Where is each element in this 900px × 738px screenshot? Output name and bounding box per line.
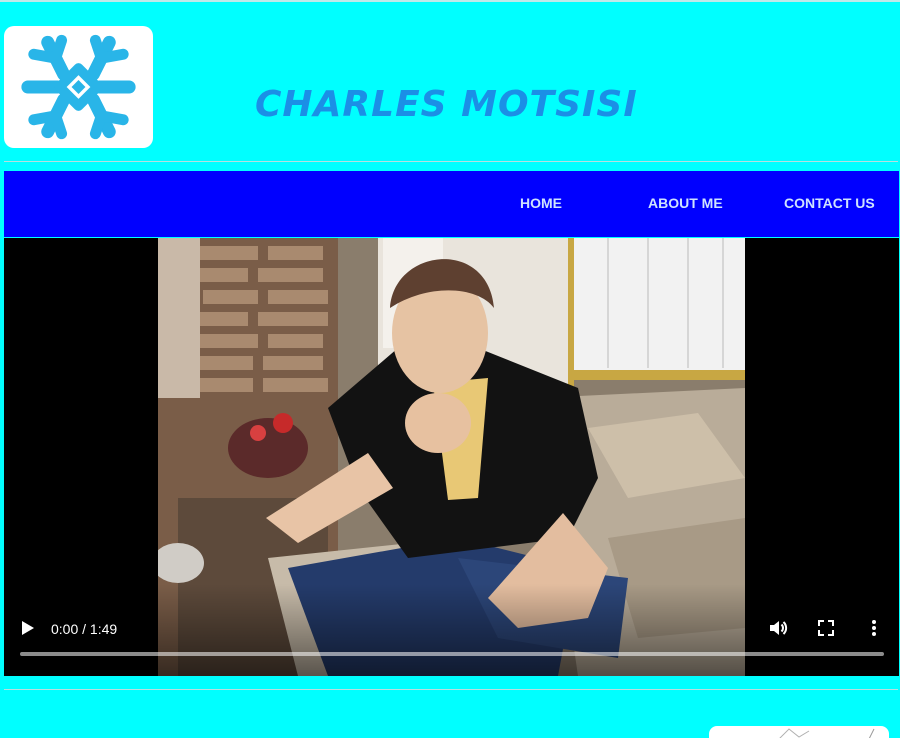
nav-link-about-me[interactable]: ABOUT ME — [648, 195, 723, 211]
site-title: CHARLES MOTSISI — [255, 84, 638, 125]
partial-image — [709, 726, 889, 738]
video-progress-bar[interactable] — [20, 652, 884, 656]
nav-link-home[interactable]: HOME — [520, 195, 562, 211]
play-icon[interactable] — [18, 619, 36, 637]
footer-divider — [4, 689, 898, 690]
video-controls-overlay — [4, 584, 899, 676]
site-logo[interactable] — [4, 26, 153, 148]
video-time-display: 0:00 / 1:49 — [51, 621, 118, 637]
video-player[interactable]: 0:00 / 1:49 — [4, 238, 899, 676]
snowflake-icon — [21, 34, 136, 140]
more-options-icon[interactable] — [864, 618, 884, 638]
header-divider — [4, 161, 898, 162]
main-navbar: HOME ABOUT ME CONTACT US — [4, 171, 899, 237]
nav-link-contact-us[interactable]: CONTACT US — [784, 195, 875, 211]
volume-icon[interactable] — [768, 618, 788, 638]
fullscreen-icon[interactable] — [816, 618, 836, 638]
site-header: CHARLES MOTSISI — [0, 2, 900, 160]
